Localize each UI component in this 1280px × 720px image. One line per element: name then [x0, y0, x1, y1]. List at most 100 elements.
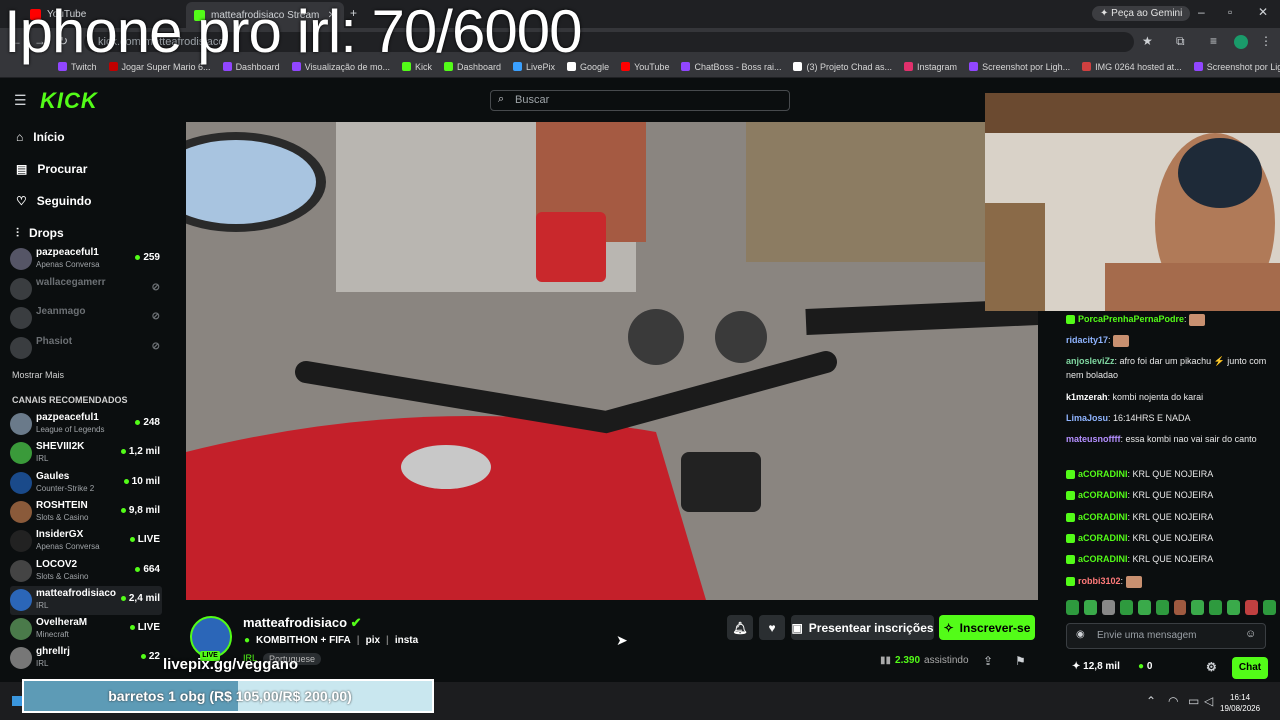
- minimize-button[interactable]: –: [1198, 5, 1205, 19]
- video-player[interactable]: [186, 122, 1038, 600]
- bookmark-label: (3) Projeto Chad as...: [806, 61, 893, 72]
- bookmark-item[interactable]: (3) Projeto Chad as...: [793, 62, 892, 72]
- following-channel[interactable]: Phasiot ⊘: [10, 334, 162, 363]
- bookmark-item[interactable]: IMG 0264 hosted at...: [1082, 62, 1182, 72]
- emote-icon[interactable]: [1119, 600, 1133, 615]
- nav-label: Drops: [29, 226, 64, 240]
- wifi-icon[interactable]: ◠: [1168, 694, 1178, 708]
- recommended-channel[interactable]: Gaules Counter-Strike 2 10 mil: [10, 469, 162, 498]
- nav-following[interactable]: ♡ Seguindo: [16, 189, 156, 213]
- chat-send-button[interactable]: Chat: [1232, 657, 1268, 679]
- following-channel[interactable]: Jeanmago ⊘: [10, 304, 162, 333]
- emote-icon[interactable]: [1227, 600, 1241, 615]
- chat-username[interactable]: PorcaPrenhaPernaPodre: [1078, 314, 1184, 324]
- system-clock[interactable]: 16:14 19/08/2026: [1220, 692, 1260, 714]
- viewer-number: 248: [143, 417, 160, 428]
- volume-icon[interactable]: ◁: [1204, 694, 1213, 708]
- chat-text: KRL QUE NOJEIRA: [1132, 512, 1214, 522]
- bookmark-item[interactable]: ChatBoss - Boss rai...: [681, 62, 781, 72]
- star-icon[interactable]: ★: [1142, 34, 1153, 48]
- settings-icon[interactable]: ⚙: [1206, 660, 1217, 674]
- pix-link[interactable]: pix: [366, 635, 380, 646]
- following-channel[interactable]: pazpeaceful1 Apenas Conversa 259: [10, 245, 162, 274]
- chat-message: k1mzerah: kombi nojenta do karai: [1066, 390, 1274, 404]
- monitor-icon[interactable]: ▭: [1188, 694, 1199, 708]
- chat-username[interactable]: robbi3102: [1078, 576, 1121, 586]
- following-channel[interactable]: wallacegamerr ⊘: [10, 275, 162, 304]
- emote-icon[interactable]: [1263, 600, 1277, 615]
- gemini-button[interactable]: ✦ Peça ao Gemini: [1092, 6, 1191, 21]
- viewer-number: 664: [143, 563, 160, 575]
- chat-username[interactable]: aCORADINI: [1078, 554, 1128, 564]
- window-close-button[interactable]: ✕: [1258, 5, 1268, 19]
- channel-name: pazpeaceful1: [36, 247, 99, 258]
- avatar: [10, 471, 32, 494]
- tray-chevron-icon[interactable]: ⌃: [1146, 694, 1156, 708]
- recommended-channel[interactable]: ROSHTEIN Slots & Casino 9,8 mil: [10, 498, 162, 527]
- bookmark-item[interactable]: Screenshot por Ligh...: [1193, 62, 1280, 72]
- emote-icon[interactable]: [1191, 600, 1205, 615]
- recommended-channel[interactable]: ghrellrj IRL 22: [10, 644, 162, 673]
- emoji-icon[interactable]: ☺: [1245, 628, 1256, 640]
- recommended-channel[interactable]: matteafrodisiaco IRL 2,4 mil: [10, 585, 162, 615]
- maximize-button[interactable]: ▫: [1228, 5, 1232, 19]
- chat-username[interactable]: aCORADINI: [1078, 512, 1128, 522]
- windows-start-icon[interactable]: [12, 696, 22, 706]
- channel-category: Apenas Conversa: [36, 542, 100, 552]
- media-icon[interactable]: ≡: [1210, 34, 1217, 48]
- bookmark-item[interactable]: YouTube: [621, 62, 669, 72]
- chat-username[interactable]: ridacity17: [1066, 335, 1108, 345]
- nav-home[interactable]: ⌂ Início: [16, 125, 156, 149]
- show-more-link[interactable]: Mostrar Mais: [12, 370, 64, 380]
- viewer-number: 9,8 mil: [128, 504, 160, 516]
- channel-category: Minecraft: [36, 630, 69, 640]
- chat-username[interactable]: aCORADINI: [1078, 490, 1128, 500]
- emote-icon[interactable]: [1245, 600, 1259, 615]
- hamburger-menu-icon[interactable]: ☰: [14, 92, 27, 109]
- emote-icon[interactable]: [1066, 600, 1079, 615]
- chat-username[interactable]: LimaJosu: [1066, 413, 1108, 423]
- gift-subs-button[interactable]: ▣ Presentear inscrições: [791, 615, 934, 640]
- chat-username[interactable]: aCORADINI: [1078, 533, 1128, 543]
- report-icon[interactable]: ⚑: [1015, 654, 1026, 668]
- follow-heart-button[interactable]: ♥: [759, 615, 785, 640]
- chat-message: aCORADINI: KRL QUE NOJEIRA: [1066, 510, 1274, 524]
- live-dot: [135, 255, 141, 260]
- bookmark-item[interactable]: Screenshot por Ligh...: [969, 62, 1070, 72]
- extensions-icon[interactable]: ⧉: [1176, 34, 1185, 49]
- viewers-icon: ▮▮: [880, 655, 892, 666]
- nav-drops[interactable]: ⫶ Drops: [16, 221, 156, 245]
- nav-browse[interactable]: ▤ Procurar: [16, 157, 156, 181]
- chat-message: ridacity17:: [1066, 333, 1274, 347]
- emote-icon[interactable]: [1083, 600, 1097, 615]
- emote-icon[interactable]: [1173, 600, 1187, 615]
- chat-username[interactable]: aCORADINI: [1078, 469, 1128, 479]
- recommended-channel[interactable]: pazpeaceful1 League of Legends 248: [10, 410, 162, 439]
- profile-avatar[interactable]: [1234, 35, 1248, 49]
- insta-link[interactable]: insta: [395, 635, 418, 646]
- emote-icon[interactable]: [1209, 600, 1223, 615]
- recommended-channel[interactable]: LOCOV2 Slots & Casino 664: [10, 557, 162, 586]
- chat-username[interactable]: mateusnoffff: [1066, 434, 1121, 444]
- subscribe-button[interactable]: ✧ Inscrever-se: [939, 615, 1035, 640]
- emote-icon[interactable]: [1155, 600, 1169, 615]
- emote-icon[interactable]: [1137, 600, 1151, 615]
- chat-username[interactable]: anjosleviZz: [1066, 356, 1115, 366]
- channel-category: IRL: [36, 600, 49, 610]
- chat-username[interactable]: k1mzerah: [1066, 392, 1108, 402]
- share-icon[interactable]: ⇪: [983, 654, 993, 668]
- fire-icon: ●: [244, 635, 251, 646]
- recommended-channel[interactable]: SHEVIII2K IRL 1,2 mil: [10, 439, 162, 468]
- kick-logo[interactable]: KICK: [40, 88, 98, 114]
- search-input[interactable]: Buscar: [490, 90, 790, 111]
- live-dot: [129, 537, 135, 543]
- channel-name[interactable]: matteafrodisiaco ✔: [243, 615, 362, 631]
- notification-bell-button[interactable]: 🔔︎: [727, 615, 753, 640]
- recommended-channel[interactable]: InsiderGX Apenas Conversa LIVE: [10, 527, 162, 556]
- menu-icon[interactable]: ⋮: [1260, 34, 1272, 48]
- viewer-count: ⊘: [152, 282, 160, 293]
- bookmark-item[interactable]: Instagram: [904, 62, 957, 72]
- chat-input[interactable]: Envie uma mensagem: [1066, 623, 1266, 649]
- emote-icon[interactable]: [1101, 600, 1115, 615]
- recommended-channel[interactable]: OvelheraM Minecraft LIVE: [10, 615, 162, 644]
